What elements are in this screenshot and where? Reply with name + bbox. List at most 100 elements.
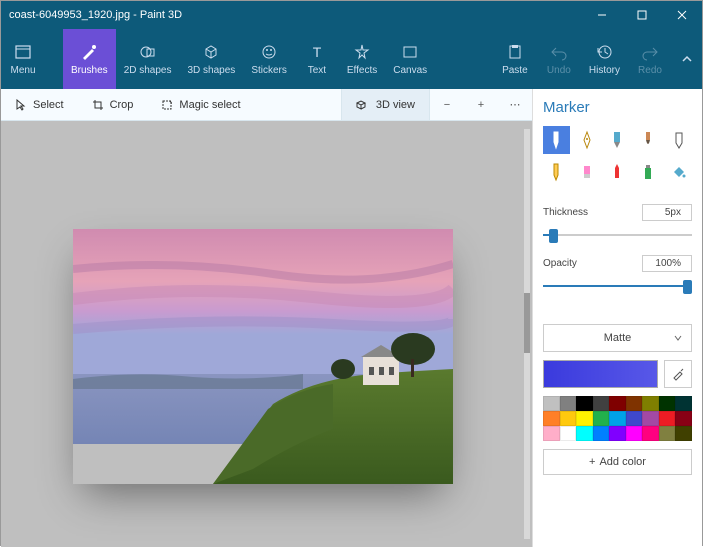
thickness-label: Thickness	[543, 207, 588, 218]
maximize-button[interactable]	[622, 1, 662, 29]
menu-button[interactable]: Menu	[1, 29, 45, 89]
minimize-button[interactable]	[582, 1, 622, 29]
effects-tab[interactable]: Effects	[339, 29, 385, 89]
oil-brush[interactable]	[604, 126, 631, 154]
color-swatch[interactable]	[659, 411, 676, 426]
opacity-input[interactable]: 100%	[642, 255, 692, 272]
opacity-slider[interactable]	[543, 278, 692, 294]
color-swatch[interactable]	[593, 426, 610, 441]
select-tool[interactable]: Select	[1, 89, 78, 120]
color-swatch[interactable]	[659, 396, 676, 411]
eyedropper-button[interactable]	[664, 360, 692, 388]
pencil-brush[interactable]	[543, 158, 570, 186]
thickness-slider[interactable]	[543, 227, 692, 243]
more-options-button[interactable]: ⋯	[498, 89, 532, 120]
selection-toolbar: Select Crop Magic select 3D view − + ⋯	[1, 89, 532, 121]
history-button[interactable]: History	[581, 29, 628, 89]
fill-brush[interactable]	[665, 158, 692, 186]
calligraphy-pen-brush[interactable]	[574, 126, 601, 154]
3d-view-toggle[interactable]: 3D view	[341, 89, 430, 120]
color-swatch[interactable]	[675, 411, 692, 426]
zoom-out-button[interactable]: −	[430, 89, 464, 120]
color-swatch[interactable]	[609, 396, 626, 411]
select-label: Select	[33, 99, 64, 111]
ribbon: Menu Brushes 2D shapes 3D shapes Sticker…	[1, 29, 702, 89]
stickers-tab[interactable]: Stickers	[243, 29, 295, 89]
3d-shapes-tab[interactable]: 3D shapes	[180, 29, 244, 89]
undo-label: Undo	[547, 65, 571, 76]
paste-icon	[506, 43, 524, 61]
chevron-down-icon	[673, 333, 683, 343]
spray-can-brush[interactable]	[635, 158, 662, 186]
eraser-brush[interactable]	[574, 158, 601, 186]
3d-shapes-label: 3D shapes	[188, 65, 236, 76]
color-swatch[interactable]	[642, 426, 659, 441]
watercolor-brush[interactable]	[635, 126, 662, 154]
color-swatch[interactable]	[543, 426, 560, 441]
image-canvas[interactable]	[73, 229, 453, 484]
3d-view-label: 3D view	[376, 99, 415, 111]
color-swatch[interactable]	[593, 411, 610, 426]
paste-button[interactable]: Paste	[493, 29, 537, 89]
color-swatch[interactable]	[560, 426, 577, 441]
redo-button[interactable]: Redo	[628, 29, 672, 89]
text-icon: T	[308, 43, 326, 61]
brushes-label: Brushes	[71, 65, 108, 76]
undo-button[interactable]: Undo	[537, 29, 581, 89]
crop-icon	[92, 99, 104, 111]
color-swatch[interactable]	[543, 411, 560, 426]
effects-label: Effects	[347, 65, 377, 76]
color-swatch[interactable]	[576, 411, 593, 426]
redo-label: Redo	[638, 65, 662, 76]
panel-heading: Marker	[543, 99, 692, 116]
color-palette	[543, 396, 692, 441]
color-swatch[interactable]	[593, 396, 610, 411]
zoom-in-button[interactable]: +	[464, 89, 498, 120]
crop-tool[interactable]: Crop	[78, 89, 148, 120]
text-tab[interactable]: T Text	[295, 29, 339, 89]
2d-shapes-label: 2D shapes	[124, 65, 172, 76]
menu-icon	[14, 43, 32, 61]
undo-icon	[550, 43, 568, 61]
current-color-swatch[interactable]	[543, 360, 658, 388]
2d-shapes-tab[interactable]: 2D shapes	[116, 29, 180, 89]
pixel-pen-brush[interactable]	[665, 126, 692, 154]
color-swatch[interactable]	[642, 411, 659, 426]
color-swatch[interactable]	[626, 396, 643, 411]
stickers-label: Stickers	[251, 65, 287, 76]
marker-brush[interactable]	[543, 126, 570, 154]
canvas-icon	[401, 43, 419, 61]
expand-ribbon-button[interactable]	[672, 29, 702, 89]
color-swatch[interactable]	[609, 426, 626, 441]
color-swatch[interactable]	[675, 396, 692, 411]
canvas-viewport[interactable]	[1, 121, 532, 547]
color-swatch[interactable]	[576, 396, 593, 411]
vertical-scrollbar[interactable]	[524, 129, 530, 539]
menu-label: Menu	[10, 65, 35, 76]
close-button[interactable]	[662, 1, 702, 29]
add-color-button[interactable]: + Add color	[543, 449, 692, 475]
color-swatch[interactable]	[543, 396, 560, 411]
window-title: coast-6049953_1920.jpg - Paint 3D	[9, 9, 582, 21]
color-swatch[interactable]	[609, 411, 626, 426]
brush-icon	[80, 43, 98, 61]
material-value: Matte	[604, 332, 632, 344]
color-swatch[interactable]	[642, 396, 659, 411]
crayon-brush[interactable]	[604, 158, 631, 186]
color-swatch[interactable]	[626, 426, 643, 441]
magic-select-tool[interactable]: Magic select	[147, 89, 254, 120]
canvas-tab[interactable]: Canvas	[385, 29, 435, 89]
thickness-input[interactable]: 5px	[642, 204, 692, 221]
color-swatch[interactable]	[626, 411, 643, 426]
color-swatch[interactable]	[560, 396, 577, 411]
title-bar: coast-6049953_1920.jpg - Paint 3D	[1, 1, 702, 29]
material-dropdown[interactable]: Matte	[543, 324, 692, 352]
color-swatch[interactable]	[659, 426, 676, 441]
color-swatch[interactable]	[576, 426, 593, 441]
redo-icon	[641, 43, 659, 61]
shapes-2d-icon	[139, 43, 157, 61]
brushes-tab[interactable]: Brushes	[63, 29, 116, 89]
color-swatch[interactable]	[560, 411, 577, 426]
3d-view-icon	[356, 99, 370, 111]
color-swatch[interactable]	[675, 426, 692, 441]
